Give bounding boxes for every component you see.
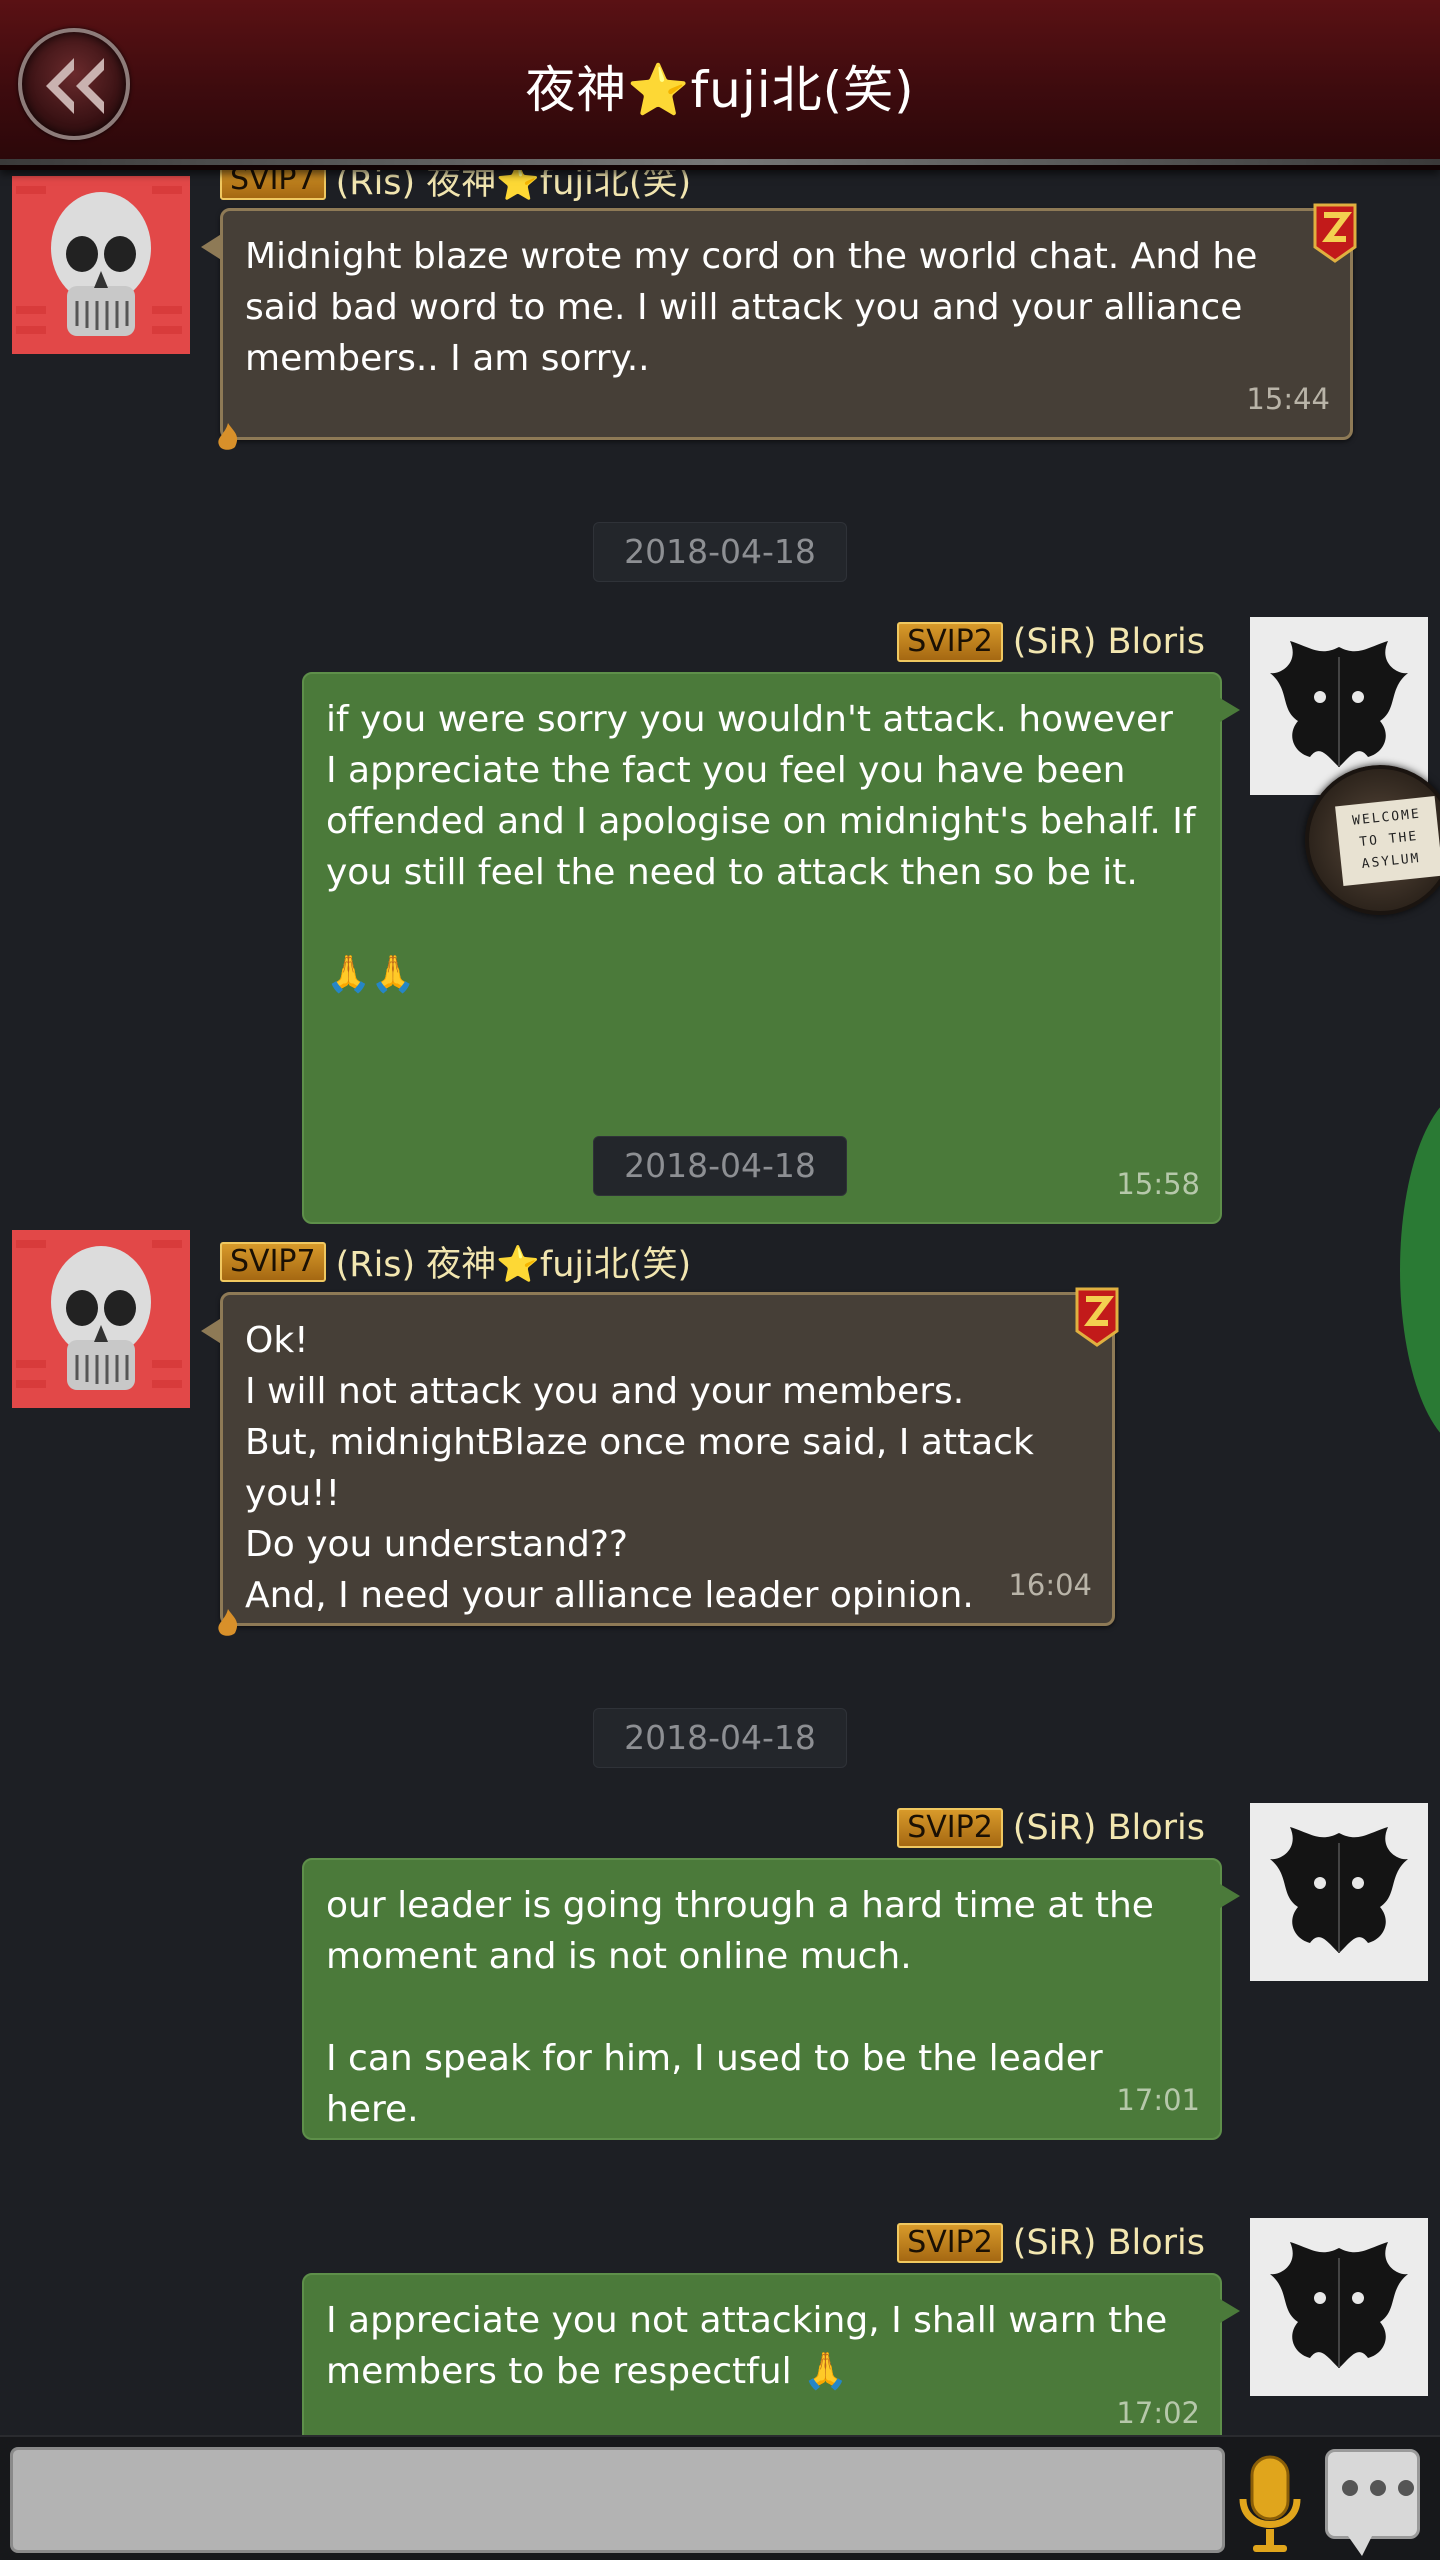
message-input[interactable] <box>10 2447 1225 2553</box>
voice-button[interactable] <box>1235 2449 1305 2555</box>
welcome-asylum-bubble[interactable]: WELCOME TO THE ASYLUM <box>1305 765 1440 915</box>
inkblot-icon <box>1250 2218 1428 2396</box>
microphone-icon <box>1239 2455 1301 2552</box>
avatar[interactable] <box>1250 2218 1428 2396</box>
inkblot-icon <box>1250 1803 1428 1981</box>
input-bar <box>0 2435 1440 2560</box>
sender-label: (Ris) 夜神⭐fuji北(笑) <box>335 1245 692 1285</box>
vip-badge: SVIP2 <box>897 1808 1003 1848</box>
sender-name: SVIP2 (SiR) Bloris <box>897 622 1205 662</box>
sender-label: (SiR) Bloris <box>1012 2223 1205 2263</box>
vip-badge: SVIP2 <box>897 622 1003 662</box>
message-text: our leader is going through a hard time … <box>326 1885 1154 2130</box>
message-text: if you were sorry you wouldn't attack. h… <box>326 699 1196 995</box>
sender-name: SVIP7 (Ris) 夜神⭐fuji北(笑) <box>220 1236 691 1287</box>
flame-icon <box>218 423 238 450</box>
welcome-sign: WELCOME TO THE ASYLUM <box>1335 795 1440 887</box>
message-bubble[interactable]: Ok! I will not attack you and your membe… <box>201 1287 1119 1636</box>
date-separator: 2018-04-18 <box>593 1708 847 1768</box>
flame-icon <box>218 1609 238 1636</box>
message-time: 17:02 <box>1116 2396 1200 2430</box>
vip-badge: SVIP7 <box>220 170 326 200</box>
z-rank-badge-icon <box>1313 203 1357 263</box>
chat-title: 夜神⭐fuji北(笑) <box>525 61 915 119</box>
skull-icon <box>12 1230 190 1408</box>
z-rank-badge-icon <box>1075 1287 1119 1347</box>
message-time: 15:44 <box>1246 382 1330 416</box>
message-list[interactable]: SVIP7 (Ris) 夜神⭐fuji北(笑) Midnight blaze w… <box>0 170 1440 2435</box>
message-bubble[interactable]: our leader is going through a hard time … <box>302 1858 1240 2140</box>
message-bubble[interactable]: I appreciate you not attacking, I shall … <box>302 2273 1240 2435</box>
vip-badge: SVIP2 <box>897 2223 1003 2263</box>
sender-label: (Ris) 夜神⭐fuji北(笑) <box>335 170 692 203</box>
sender-name: SVIP2 (SiR) Bloris <box>897 1808 1205 1848</box>
skull-icon <box>12 176 190 354</box>
message-text: Midnight blaze wrote my cord on the worl… <box>245 236 1269 379</box>
message-time: 16:04 <box>1008 1568 1092 1602</box>
message-time: 17:01 <box>1116 2083 1200 2117</box>
sender-name: SVIP2 (SiR) Bloris <box>897 2223 1205 2263</box>
vip-badge: SVIP7 <box>220 1241 326 1282</box>
message-time: 15:58 <box>1116 1167 1200 1201</box>
message-text: I appreciate you not attacking, I shall … <box>326 2300 1179 2392</box>
avatar[interactable] <box>12 1230 190 1408</box>
avatar[interactable] <box>1250 1803 1428 1981</box>
sender-label: (SiR) Bloris <box>1012 1808 1205 1848</box>
date-separator: 2018-04-18 <box>593 1136 847 1196</box>
floating-widget[interactable] <box>1400 1090 1440 1450</box>
ellipsis-icon <box>1342 2480 1414 2496</box>
message-bubble[interactable]: Midnight blaze wrote my cord on the worl… <box>201 203 1357 450</box>
more-options-button[interactable] <box>1325 2449 1420 2556</box>
avatar[interactable] <box>12 176 190 354</box>
sender-name: SVIP7 (Ris) 夜神⭐fuji北(笑) <box>220 170 691 205</box>
chat-header: 夜神⭐fuji北(笑) <box>0 0 1440 170</box>
sender-label: (SiR) Bloris <box>1012 622 1205 662</box>
date-separator: 2018-04-18 <box>593 522 847 582</box>
message-text: Ok! I will not attack you and your membe… <box>245 1320 1034 1616</box>
